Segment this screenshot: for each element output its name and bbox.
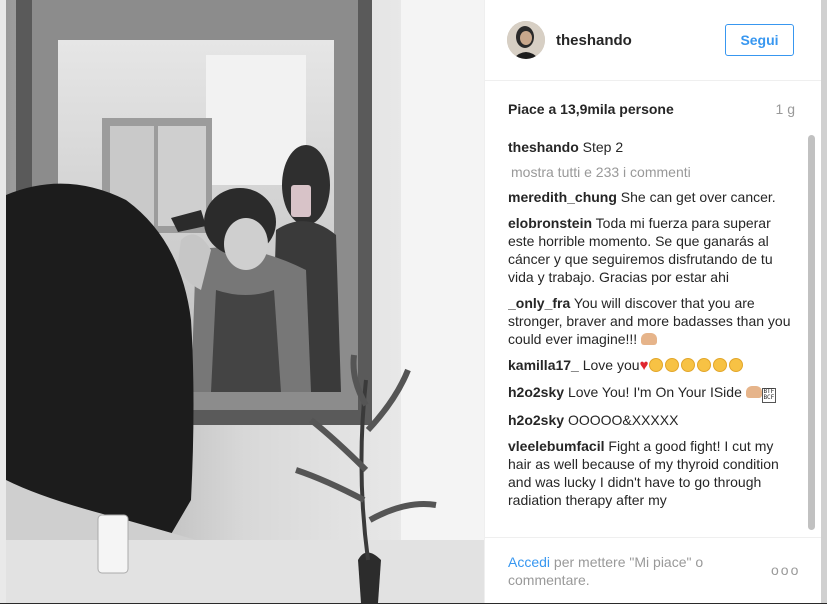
comment-username[interactable]: elobronstein (508, 215, 592, 231)
unknown-glyph-icon: BTF BCF (761, 388, 776, 403)
comment-username[interactable]: kamilla17_ (508, 357, 579, 373)
caption-text: Step 2 (582, 139, 624, 155)
list-item: elobronstein Toda mi fuerza para superar… (508, 214, 798, 286)
comments-list: theshando Step 2 mostra tutti e 233 i co… (508, 138, 798, 535)
heart-eyes-icon (649, 358, 664, 372)
post-sidebar: theshando Segui Piace a 13,9mila persone… (484, 0, 822, 603)
instagram-post-modal: theshando Segui Piace a 13,9mila persone… (0, 0, 827, 603)
comment-text: Love You! I'm On Your ISide (567, 384, 742, 400)
follow-button[interactable]: Segui (725, 24, 794, 56)
comment-text: She can get over cancer. (620, 189, 776, 205)
comment-username[interactable]: vleelebumfacil (508, 438, 605, 454)
post-author-username[interactable]: theshando (556, 32, 632, 49)
view-all-comments-link[interactable]: mostra tutti e 233 i commenti (511, 164, 798, 180)
post-age[interactable]: 1 g (776, 101, 795, 117)
heart-eyes-icon (713, 358, 728, 372)
comment-username[interactable]: h2o2sky (508, 384, 564, 400)
avatar[interactable] (507, 21, 545, 59)
comment-username[interactable]: h2o2sky (508, 412, 564, 428)
login-link[interactable]: Accedi (508, 554, 550, 570)
heart-eyes-icon (681, 358, 696, 372)
flexed-biceps-icon (745, 386, 762, 398)
comment-text: Love you (582, 357, 640, 373)
comment-username[interactable]: _only_fra (508, 295, 570, 311)
window-edge (821, 0, 827, 603)
flexed-biceps-icon (641, 333, 658, 345)
caption: theshando Step 2 (508, 138, 798, 156)
post-footer: Accedi per mettere "Mi piace" o commenta… (485, 537, 822, 604)
comment-username[interactable]: meredith_chung (508, 189, 617, 205)
heart-eyes-icon (665, 358, 680, 372)
list-item: kamilla17_ Love you♥ (508, 356, 798, 375)
post-header: theshando Segui (485, 0, 822, 81)
list-item: _only_fra You will discover that you are… (508, 294, 798, 348)
caption-username[interactable]: theshando (508, 139, 579, 155)
list-item: meredith_chung She can get over cancer. (508, 188, 798, 206)
list-item: vleelebumfacil Fight a good fight! I cut… (508, 437, 798, 509)
post-photo[interactable] (6, 0, 484, 603)
heart-icon: ♥ (639, 357, 649, 374)
heart-eyes-icon (729, 358, 744, 372)
heart-eyes-icon (697, 358, 712, 372)
scrollbar-thumb[interactable] (808, 135, 815, 530)
list-item: h2o2sky Love You! I'm On Your ISide BTF B… (508, 383, 798, 403)
likes-count[interactable]: Piace a 13,9mila persone (508, 101, 674, 117)
comment-text: OOOOO&XXXXX (567, 412, 679, 428)
login-prompt: Accedi per mettere "Mi piace" o commenta… (508, 553, 753, 589)
list-item: h2o2sky OOOOO&XXXXX (508, 411, 798, 429)
comments-scrollbar[interactable] (808, 130, 815, 535)
more-options-icon[interactable]: ooo (771, 562, 800, 578)
